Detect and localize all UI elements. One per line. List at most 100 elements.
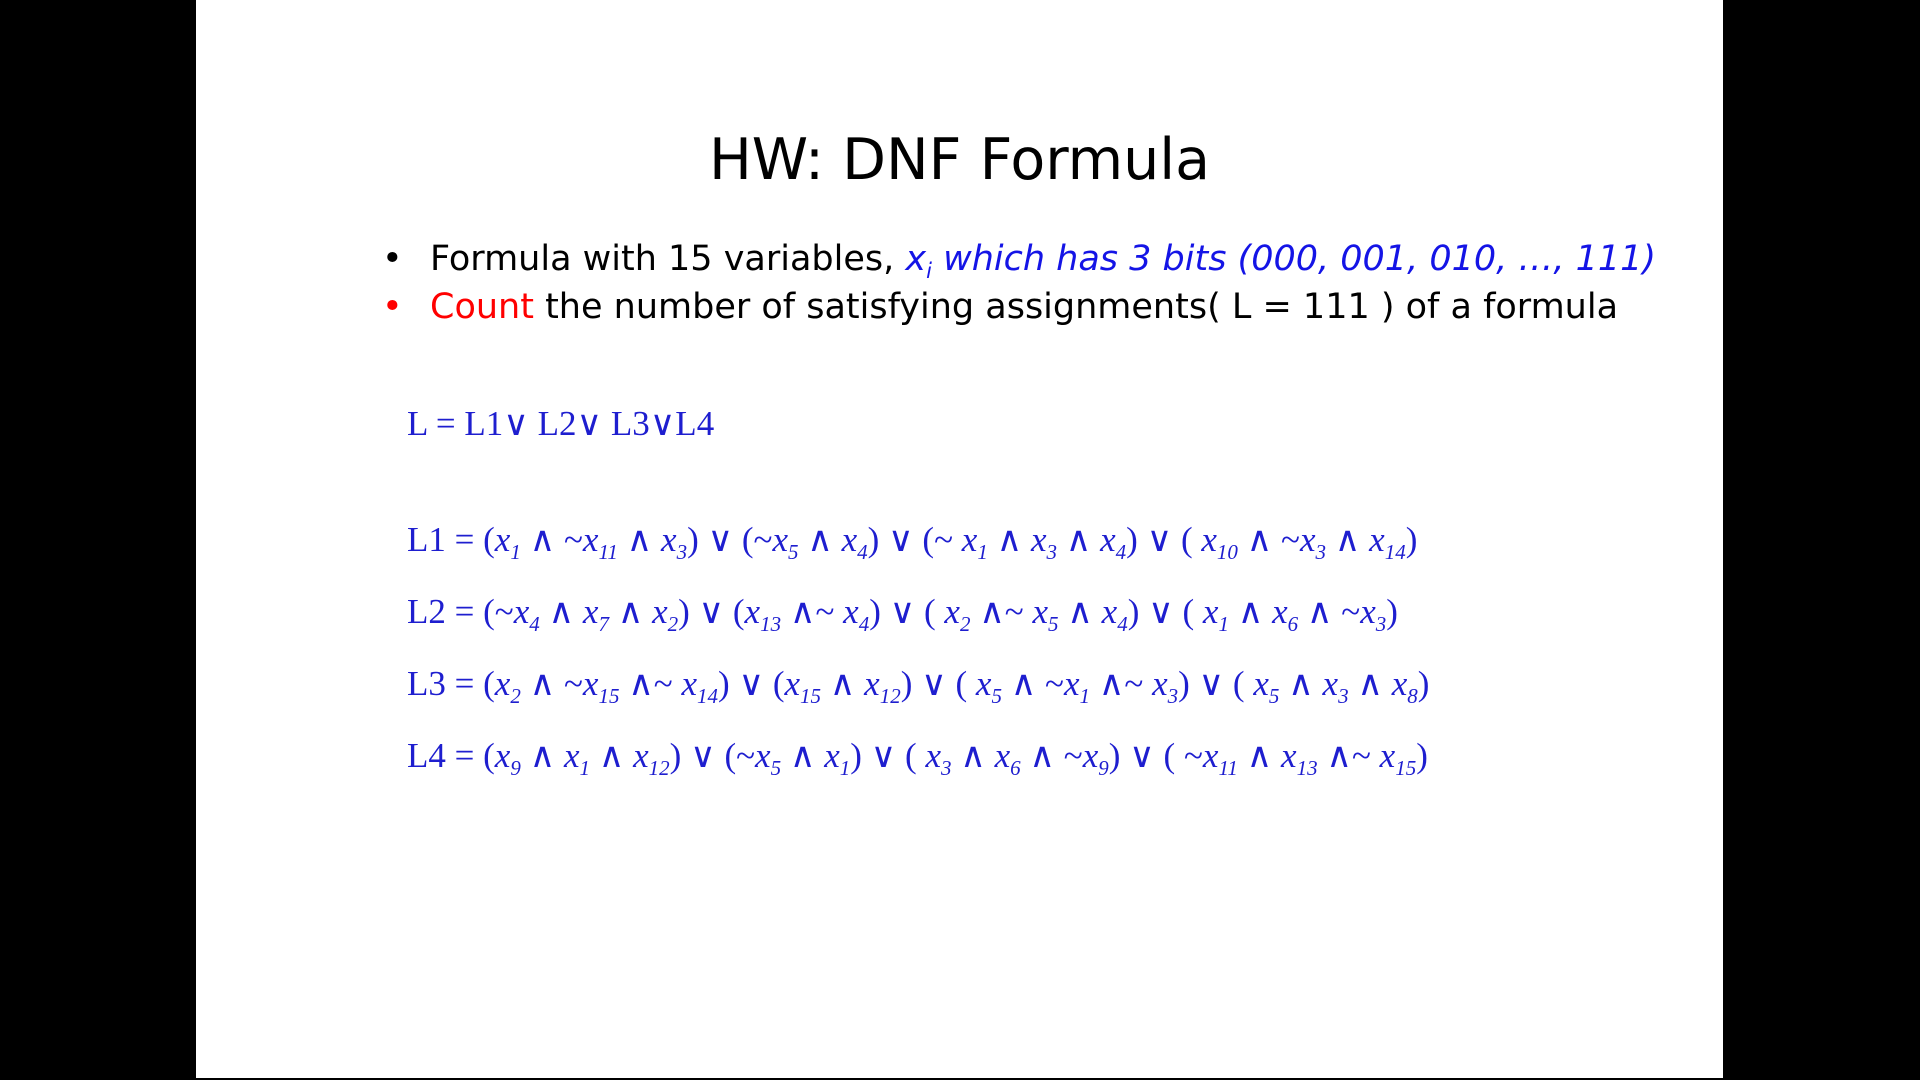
- variable-index: 2: [510, 684, 521, 708]
- operator-text: ∧: [1057, 520, 1101, 559]
- variable-index: 4: [857, 540, 868, 564]
- variable: x7: [582, 592, 609, 636]
- variable: x3: [1322, 664, 1349, 708]
- operator-text: ∧: [1058, 592, 1102, 631]
- variable-index: 12: [879, 684, 901, 708]
- operator-text: ∧~: [619, 664, 682, 703]
- operator-text: ∧: [821, 664, 865, 703]
- operator-text: ∧: [617, 520, 662, 559]
- operator-text: ∧: [608, 592, 653, 631]
- variable-index: 10: [1216, 540, 1238, 564]
- operator-text: ): [1405, 520, 1418, 559]
- variable-index: 14: [697, 684, 719, 708]
- variable: x1: [824, 736, 851, 780]
- variable: x3: [1030, 520, 1057, 564]
- operator-text: ∧: [1228, 592, 1273, 631]
- variable-index: 8: [1407, 684, 1418, 708]
- operator-text: ∧: [798, 520, 842, 559]
- operator-text: ∧ ~: [1298, 592, 1361, 631]
- operator-text: ∧~: [1317, 736, 1380, 775]
- operator-text: ∧: [539, 592, 583, 631]
- variable: x3: [661, 520, 688, 564]
- bullet-bits-description: which has 3 bits (000, 001, 010, …, 111): [931, 239, 1657, 279]
- variable-index: 4: [1115, 540, 1127, 564]
- bullet-emphasis: Count: [430, 287, 534, 327]
- variable: x4: [1101, 592, 1128, 636]
- operator-text: (~: [483, 592, 514, 631]
- operator-text: (: [483, 520, 495, 559]
- variable: x4: [843, 592, 870, 636]
- variable: x15: [784, 664, 822, 708]
- variable-symbol: x: [905, 239, 927, 279]
- operator-text: ): [1386, 592, 1398, 631]
- variable: x12: [633, 736, 670, 780]
- variable: x14: [681, 664, 719, 708]
- variable-index: 5: [1048, 612, 1059, 636]
- variable-index: 4: [1117, 612, 1128, 636]
- operator-text: ∧: [781, 736, 825, 775]
- operator-text: ∧: [987, 520, 1031, 559]
- bullet-marker: •: [382, 239, 403, 279]
- variable: x3: [1360, 592, 1387, 636]
- variable-index: 9: [510, 756, 521, 780]
- bullet-marker: •: [382, 287, 403, 327]
- variable: x4: [513, 592, 540, 636]
- variable: x1: [563, 736, 590, 780]
- main-formula: L = L1∨ L2∨ L3∨L4: [407, 404, 715, 443]
- variable-index: 15: [598, 684, 620, 708]
- operator-text: ) ∨ (: [718, 664, 785, 703]
- bullet-variable: xi which has 3 bits (000, 001, 010, …, 1…: [905, 239, 1657, 282]
- variable: x15: [1379, 736, 1417, 780]
- variable: x11: [1202, 736, 1238, 780]
- variable-index: 9: [1098, 756, 1109, 780]
- variable-index: 6: [1010, 756, 1021, 780]
- variable: x5: [772, 520, 799, 564]
- variable-index: 1: [510, 540, 521, 564]
- operator-text: ) ∨ ( ~: [1108, 736, 1203, 775]
- variable: x3: [1152, 664, 1179, 708]
- variable: x1: [494, 520, 521, 564]
- variable-index: 4: [858, 612, 870, 636]
- operator-text: ) ∨ (: [1178, 664, 1254, 703]
- variable: x4: [1100, 520, 1127, 564]
- variable-index: 15: [800, 684, 822, 708]
- variable-index: 3: [1315, 540, 1327, 564]
- variable: x14: [1369, 520, 1406, 564]
- operator-text: ∧: [1279, 664, 1323, 703]
- variable: x6: [994, 736, 1021, 780]
- operator-text: ∧ ~: [1020, 736, 1083, 775]
- variable: x1: [1202, 592, 1229, 636]
- operator-text: ): [1416, 736, 1428, 775]
- variable: x13: [744, 592, 782, 636]
- clause-formula-l4: L4 = (x9 ∧ x1 ∧ x12) ∨ (~x5 ∧ x1) ∨ ( x3…: [407, 734, 1428, 780]
- operator-text: ∧: [1237, 736, 1282, 775]
- variable-index: 3: [1338, 684, 1349, 708]
- variable-index: 2: [959, 612, 971, 636]
- variable-index: 1: [1218, 612, 1229, 636]
- variable-index: 2: [667, 612, 679, 636]
- variable: x12: [864, 664, 901, 708]
- variable: x13: [1281, 736, 1318, 780]
- variable-index: 1: [839, 756, 851, 780]
- operator-text: ∧: [520, 736, 564, 775]
- variable: x8: [1391, 664, 1418, 708]
- clause-formula-l3: L3 = (x2 ∧ ~x15 ∧~ x14) ∨ (x15 ∧ x12) ∨ …: [407, 662, 1429, 708]
- variable: x2: [494, 664, 521, 708]
- variable: x2: [944, 592, 971, 636]
- variable-index: 1: [977, 540, 988, 564]
- bullet-text: Count the number of satisfying assignmen…: [430, 286, 1618, 328]
- bullet-text-rest: the number of satisfying assignments( L …: [533, 287, 1619, 327]
- variable: x5: [755, 736, 782, 780]
- variable: x3: [925, 736, 952, 780]
- variable-index: 7: [598, 612, 609, 636]
- variable-index: 5: [770, 756, 782, 780]
- variable-index: 3: [941, 756, 952, 780]
- variable-index: 11: [1218, 756, 1238, 780]
- variable: x10: [1201, 520, 1238, 564]
- operator-text: ) ∨ (: [869, 592, 945, 631]
- operator-text: ) ∨ (: [1126, 520, 1202, 559]
- variable: x11: [582, 520, 618, 564]
- variable: x2: [652, 592, 679, 636]
- variable-index: 11: [598, 540, 618, 564]
- operator-text: ∧ ~: [520, 664, 583, 703]
